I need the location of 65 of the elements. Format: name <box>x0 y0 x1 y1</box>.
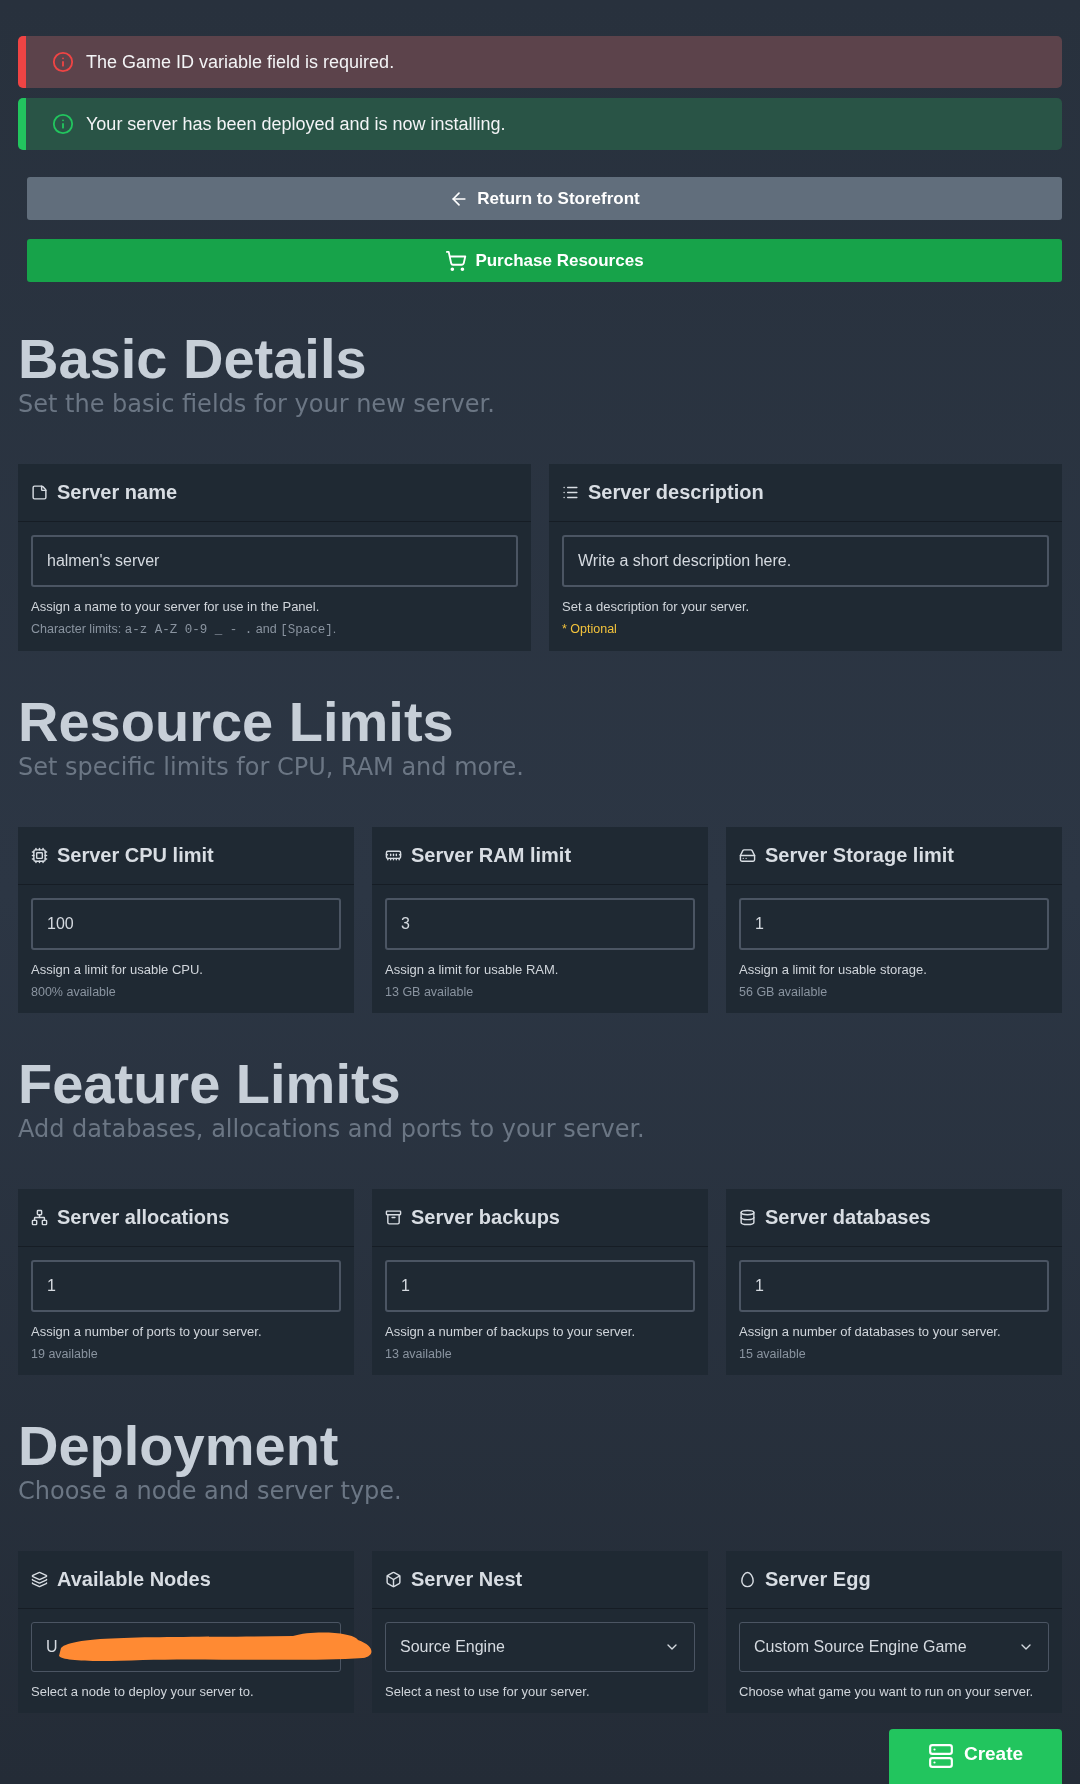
input-field[interactable]: 1 <box>385 1260 695 1312</box>
help-text: Assign a number of ports to your server. <box>31 1324 263 1339</box>
help-text: Assign a limit for usable storage. <box>739 962 928 977</box>
help-text: Choose what game you want to run on your server. <box>739 1684 1035 1699</box>
drive-icon <box>739 847 756 864</box>
note-text: 19 available <box>31 1347 99 1361</box>
section-subtitle: Choose a node and server type. <box>18 1477 403 1505</box>
card-title: Server Nest <box>411 1568 523 1591</box>
input-field[interactable]: 1 <box>739 1260 1049 1312</box>
return-button[interactable]: Return to Storefront <box>27 177 1062 220</box>
database-icon <box>739 1209 756 1226</box>
note-text: 13 GB available <box>385 985 475 999</box>
card-title: Available Nodes <box>57 1568 211 1591</box>
card-title: Server allocations <box>57 1206 230 1229</box>
note-icon <box>31 484 48 501</box>
alert-text: The Game ID variable field is required. <box>86 51 395 73</box>
select-field[interactable]: U <box>31 1622 341 1672</box>
help-text: Assign a name to your server for use in the Panel. <box>31 599 321 614</box>
card-title: Server backups <box>411 1206 560 1229</box>
input-field[interactable]: 1 <box>31 1260 341 1312</box>
note-text: Character limits: a-z A-Z 0-9 _ - . and [Space]. <box>31 622 338 637</box>
network-icon <box>31 1209 48 1226</box>
card-title: Server Storage limit <box>765 844 954 867</box>
help-text: Assign a number of databases to your server. <box>739 1324 1002 1339</box>
help-text: Select a nest to use for your server. <box>385 1684 591 1699</box>
help-text: Assign a limit for usable CPU. <box>31 962 204 977</box>
note-text: * Optional <box>562 622 618 636</box>
help-text: Set a description for your server. <box>562 599 751 614</box>
info-icon <box>52 51 74 73</box>
chip-icon <box>31 847 48 864</box>
note-text: 56 GB available <box>739 985 829 999</box>
section-subtitle: Add databases, allocations and ports to your server. <box>18 1115 646 1143</box>
input-field[interactable]: 3 <box>385 898 695 950</box>
help-text: Assign a limit for usable RAM. <box>385 962 560 977</box>
note-text: 800% available <box>31 985 117 999</box>
select-field[interactable]: Source Engine <box>385 1622 695 1672</box>
input-field[interactable]: Write a short description here. <box>562 535 1049 587</box>
cube-icon <box>385 1571 402 1588</box>
section-subtitle: Set specific limits for CPU, RAM and more. <box>18 753 525 781</box>
input-field[interactable]: halmen's server <box>31 535 518 587</box>
card-title: Server databases <box>765 1206 931 1229</box>
box-icon <box>385 1209 402 1226</box>
select-field[interactable]: Custom Source Engine Game <box>739 1622 1049 1672</box>
help-text: Select a node to deploy your server to. <box>31 1684 255 1699</box>
help-text: Assign a number of backups to your server. <box>385 1324 636 1339</box>
cart-icon <box>445 249 468 272</box>
note-text: 15 available <box>739 1347 807 1361</box>
section-subtitle: Set the basic fields for your new server. <box>18 390 496 418</box>
info-icon <box>52 113 74 135</box>
section-title: Feature Limits <box>18 1053 402 1115</box>
card-title: Server CPU limit <box>57 844 214 867</box>
alert-text: Your server has been deployed and is now installing. <box>86 113 506 135</box>
server-icon <box>927 1743 954 1769</box>
input-field[interactable]: 100 <box>31 898 341 950</box>
card-title: Server description <box>588 481 764 504</box>
note-text: 13 available <box>385 1347 453 1361</box>
card-title: Server RAM limit <box>411 844 572 867</box>
section-title: Resource Limits <box>18 691 455 753</box>
layers-icon <box>31 1571 48 1588</box>
card-title: Server Egg <box>765 1568 871 1591</box>
card-title: Server name <box>57 481 178 504</box>
list-icon <box>562 484 579 501</box>
section-title: Basic Details <box>18 328 368 390</box>
input-field[interactable]: 1 <box>739 898 1049 950</box>
egg-icon <box>739 1571 756 1588</box>
